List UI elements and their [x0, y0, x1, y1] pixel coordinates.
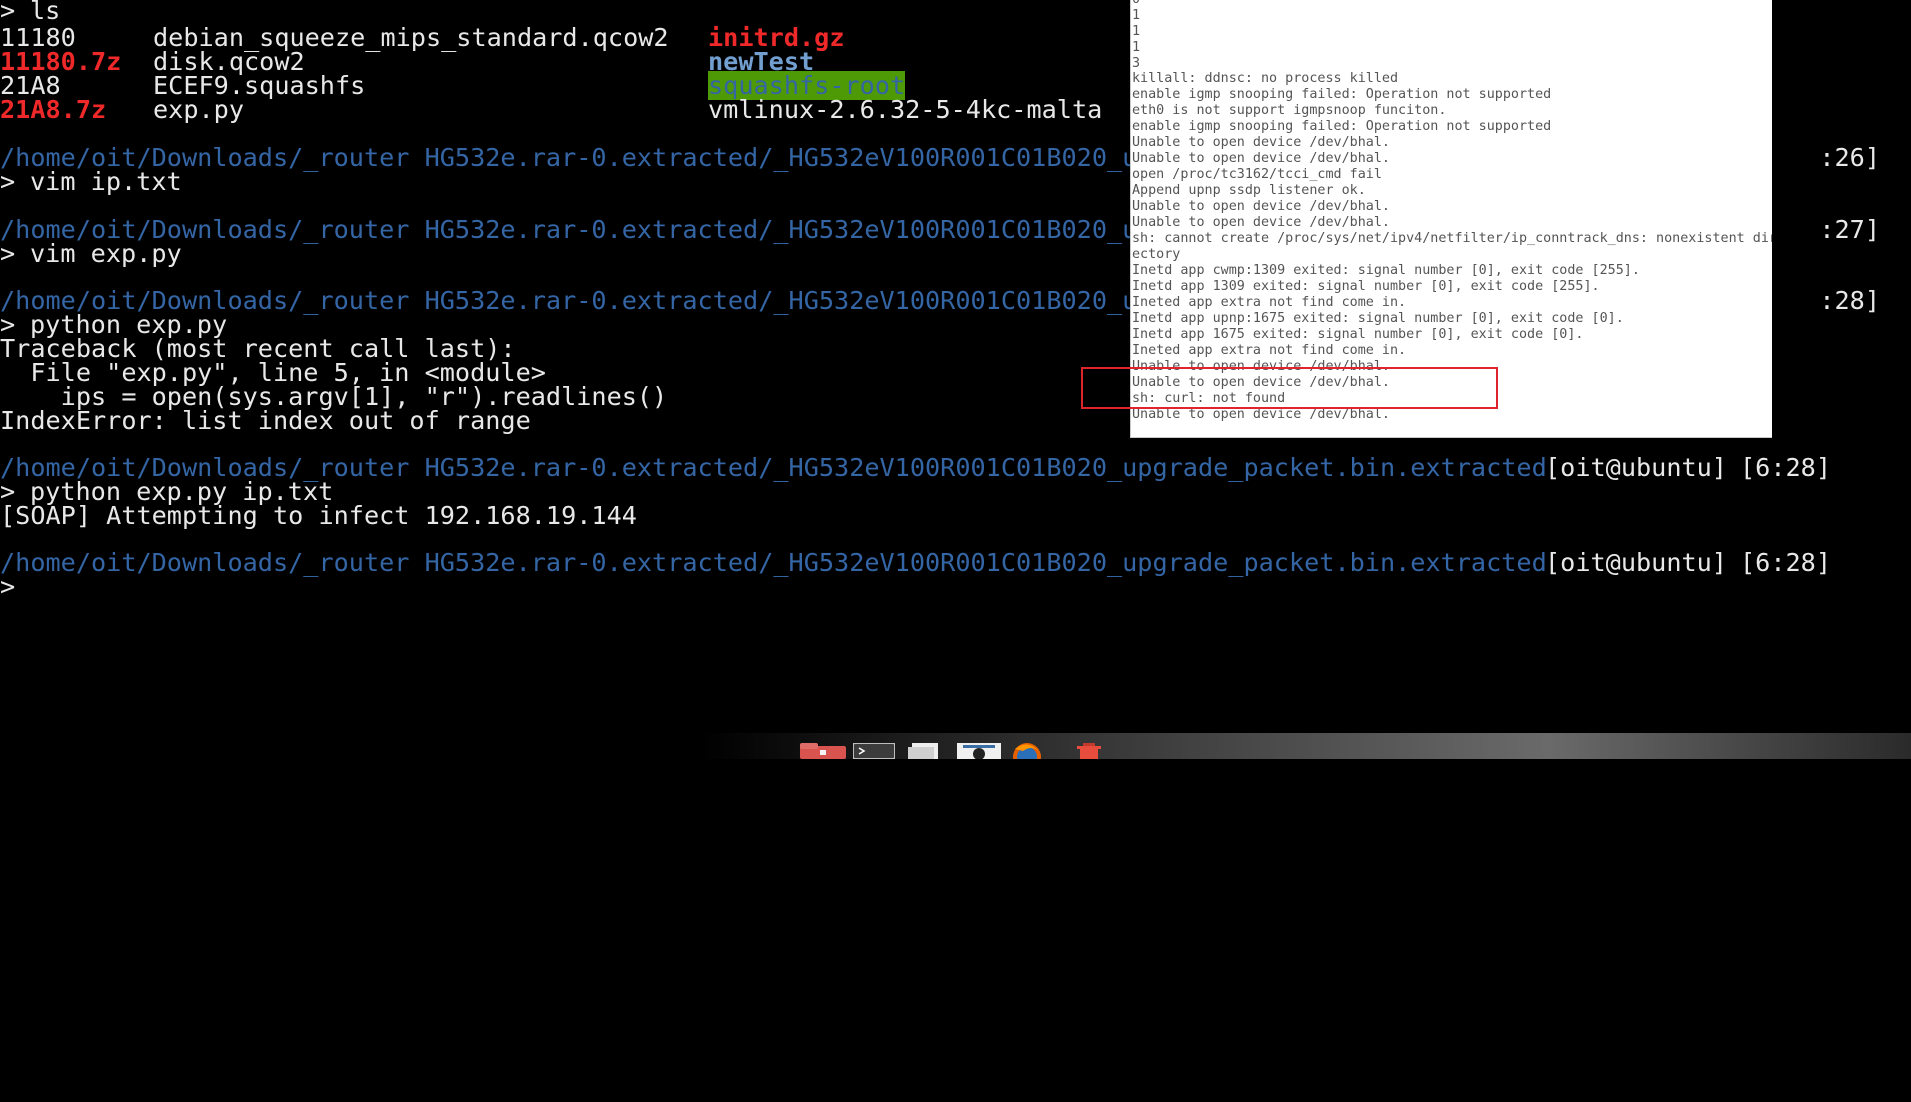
console-line: killall: ddnsc: no process killed — [1132, 71, 1399, 86]
console-line: Unable to open device /dev/bhal. — [1132, 199, 1390, 214]
annotation-highlight-box — [1081, 367, 1498, 409]
command-line: > vim ip.txt — [0, 167, 182, 196]
command-text: vim exp.py — [30, 239, 182, 268]
console-line: Inetd app cwmp:1309 exited: signal numbe… — [1132, 263, 1640, 278]
terminal-icon[interactable] — [852, 742, 896, 759]
prompt-time: [6:28] — [1740, 453, 1831, 482]
prompt-arrow: > — [0, 572, 16, 601]
console-line: enable igmp snooping failed: Operation n… — [1132, 119, 1552, 134]
console-line: Unable to open device /dev/bhal. — [1132, 407, 1390, 422]
firefox-icon[interactable] — [1005, 743, 1049, 759]
prompt-time: [6:28] — [1740, 548, 1831, 577]
prompt-user: [oit@ubuntu] — [1545, 548, 1727, 577]
file-entry: vmlinux-2.6.32-5-4kc-malta — [708, 95, 1103, 124]
prompt-arrow: > — [0, 0, 16, 25]
console-line: 1 — [1132, 40, 1141, 55]
prompt-path: /home/oit/Downloads/_router HG532e.rar-0… — [0, 548, 1547, 577]
console-line: Inetd app 1309 exited: signal number [0]… — [1132, 279, 1600, 294]
console-line: Inetd app 1675 exited: signal number [0]… — [1132, 327, 1584, 342]
console-line: 0 — [1132, 0, 1140, 8]
console-line: sh: cannot create /proc/sys/net/ipv4/net… — [1132, 231, 1772, 246]
console-line: 1 — [1132, 8, 1141, 23]
console-line: Append upnp ssdp listener ok. — [1132, 183, 1366, 198]
command-output: [SOAP] Attempting to infect 192.168.19.1… — [0, 501, 637, 530]
console-line: 1 — [1132, 24, 1141, 39]
prompt-arrow: > — [0, 167, 16, 196]
files-icon[interactable] — [908, 743, 942, 759]
console-line: ectory — [1132, 247, 1181, 262]
ls-command-line: > ls — [0, 0, 61, 25]
console-line: Unable to open device /dev/bhal. — [1132, 151, 1390, 166]
console-line: Ineted app extra not find come in. — [1132, 295, 1407, 310]
console-line: Unable to open device /dev/bhal. — [1132, 135, 1390, 150]
console-line: open /proc/tc3162/tcci_cmd fail — [1132, 167, 1382, 182]
console-line: eth0 is not support igmpsnoop funciton. — [1132, 103, 1447, 118]
console-line: Unable to open device /dev/bhal. — [1132, 215, 1390, 230]
prompt-time: :27] — [1819, 215, 1880, 244]
console-line: 3 — [1132, 56, 1141, 71]
prompt-line: /home/oit/Downloads/_router HG532e.rar-0… — [0, 548, 1911, 577]
command-input-line[interactable]: > — [0, 572, 61, 601]
prompt-time: :28] — [1819, 286, 1880, 315]
command-text: ls — [30, 0, 61, 25]
archive-entry: 21A8.7z — [0, 95, 107, 124]
traceback-error: IndexError: list index out of range — [0, 406, 531, 435]
folder-icon[interactable] — [800, 743, 846, 759]
image-viewer-icon[interactable] — [957, 743, 1001, 759]
prompt-user: [oit@ubuntu] — [1545, 453, 1727, 482]
console-line: Ineted app extra not find come in. — [1132, 343, 1407, 358]
command-text: vim ip.txt — [30, 167, 182, 196]
desktop-dock — [0, 733, 1911, 759]
prompt-time: :26] — [1819, 143, 1880, 172]
console-line: enable igmp snooping failed: Operation n… — [1132, 87, 1552, 102]
file-entry: exp.py — [153, 95, 244, 124]
trash-icon[interactable] — [1069, 743, 1109, 759]
command-line: > vim exp.py — [0, 239, 182, 268]
console-line: Inetd app upnp:1675 exited: signal numbe… — [1132, 311, 1624, 326]
prompt-arrow: > — [0, 239, 16, 268]
